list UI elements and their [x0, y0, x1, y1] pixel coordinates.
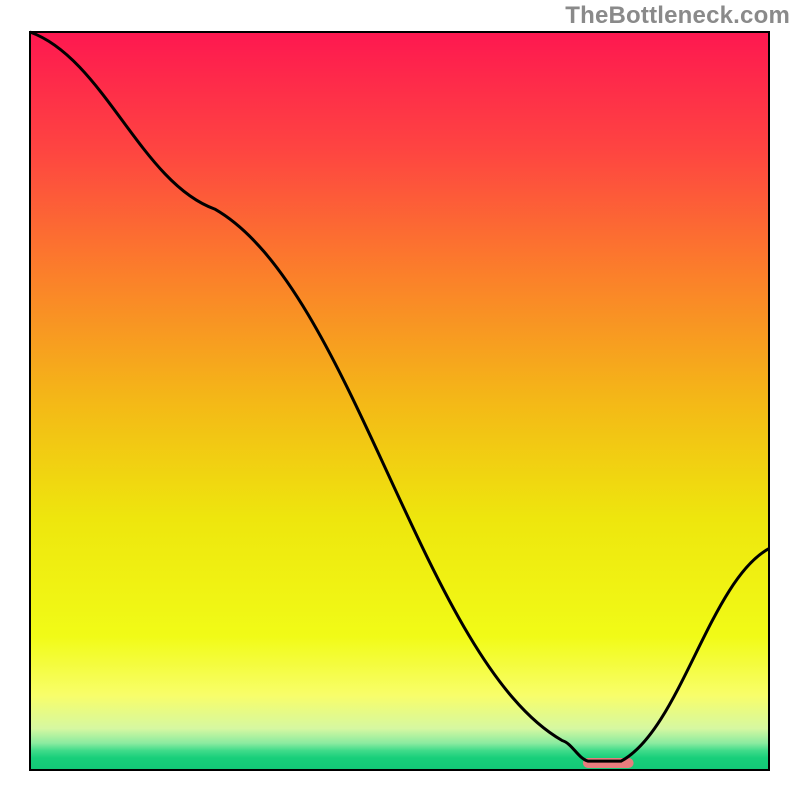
chart-stage: TheBottleneck.com	[0, 0, 800, 800]
bottleneck-chart	[0, 0, 800, 800]
plot-background	[31, 33, 768, 769]
